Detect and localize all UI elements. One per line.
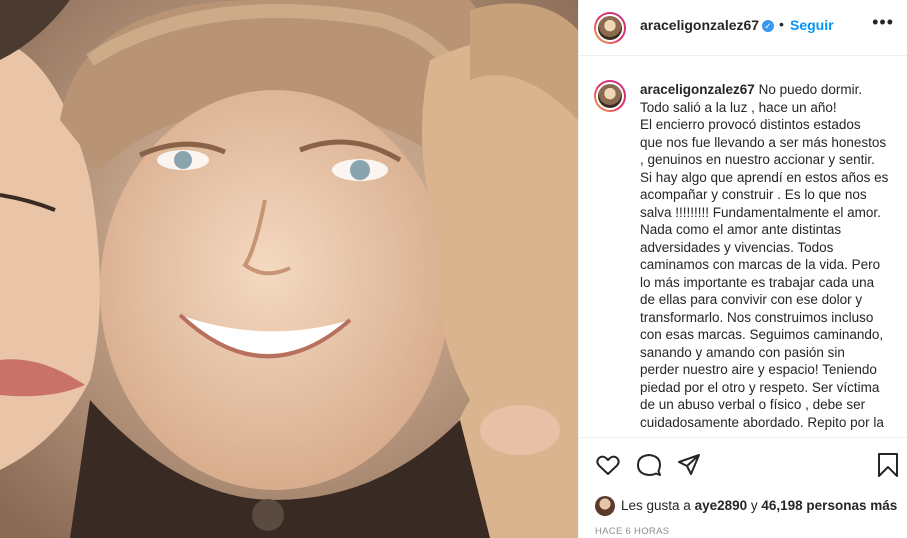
caption-line: que nos fue llevando a ser más honestos <box>640 134 887 150</box>
photo-of-smiling-child <box>0 0 578 538</box>
likes-count[interactable]: 46,198 personas más <box>761 498 897 513</box>
author-username-text[interactable]: araceligonzalez67 <box>640 17 759 33</box>
post-timestamp[interactable]: HACE 6 HORAS <box>595 526 669 537</box>
liker-avatar <box>595 496 615 516</box>
caption-section[interactable]: araceligonzalez67 No puedo dormir. Todo s… <box>579 57 907 437</box>
share-icon[interactable] <box>676 452 702 478</box>
caption-line: Nada como el amor ante distintas <box>640 222 842 237</box>
caption-line: sanando y amando con pasión sin <box>640 344 845 360</box>
post-side-panel: araceligonzalez67 ✓ • Seguir ••• aracelig… <box>578 0 907 538</box>
follow-button[interactable]: Seguir <box>790 17 834 33</box>
verified-badge-icon: ✓ <box>762 20 775 32</box>
caption-line: adversidades y vivencias. Todos <box>640 239 834 255</box>
caption-line: lo más importante es trabajar cada una <box>640 274 875 290</box>
comment-icon[interactable] <box>636 452 662 478</box>
caption-line: araceligonzalez67 No puedo dormir. <box>640 82 863 97</box>
caption-line: de un abuso verbal o físico , debe ser <box>640 397 866 412</box>
caption-line: transformarlo. Nos construimos incluso <box>640 309 874 325</box>
more-options-icon[interactable]: ••• <box>872 12 894 33</box>
caption-line: caminamos con marcas de la vida. Pero <box>640 257 881 272</box>
heart-icon[interactable] <box>595 452 621 478</box>
author-avatar[interactable] <box>594 12 626 44</box>
separator-dot: • <box>779 16 784 32</box>
post-photo[interactable] <box>0 0 578 538</box>
caption-username[interactable]: araceligonzalez67 <box>640 82 755 97</box>
caption-avatar[interactable] <box>594 80 626 112</box>
caption-line: , genuinos en nuestro accionar y sentir. <box>640 152 875 167</box>
caption-line: perder nuestro aire y espacio! Teniendo <box>640 362 877 377</box>
post-actions: Les gusta a aye2890 y 46,198 personas má… <box>579 437 907 537</box>
bookmark-icon[interactable] <box>875 452 901 478</box>
caption-line: salva !!!!!!!!! Fundamentalmente el amor… <box>640 204 881 220</box>
likes-middle: y <box>747 498 762 513</box>
caption-text: araceligonzalez67 No puedo dormir. Todo s… <box>640 81 902 431</box>
caption-line: con esas marcas. Seguimos caminando, <box>640 327 884 342</box>
liker-username[interactable]: aye2890 <box>695 498 748 513</box>
caption-line: Si hay algo que aprendí en estos años es <box>640 169 889 185</box>
likes-prefix: Les gusta a <box>621 498 695 513</box>
caption-line: acompañar y construir . Es lo que nos <box>640 187 867 202</box>
caption-line: piedad por el otro y respeto. Ser víctim… <box>640 379 880 395</box>
caption-line: El encierro provocó distintos estados <box>640 117 861 132</box>
author-username[interactable]: araceligonzalez67 ✓ <box>640 17 775 33</box>
caption-line: Todo salió a la luz , hace un año! <box>640 99 837 115</box>
caption-line: cuidadosamente abordado. Repito por la <box>640 414 884 430</box>
post-header: araceligonzalez67 ✓ • Seguir ••• <box>579 0 907 56</box>
likes-text[interactable]: Les gusta a aye2890 y 46,198 personas má… <box>621 498 897 513</box>
caption-line: de ellas para convivir con ese dolor y <box>640 292 863 307</box>
